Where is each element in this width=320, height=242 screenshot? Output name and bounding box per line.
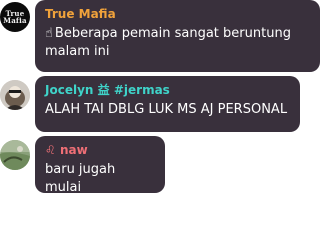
- avatar-true-mafia[interactable]: True Mafia: [0, 2, 30, 32]
- message-text-body: Beberapa pemain sangat beruntung malam i…: [45, 26, 291, 59]
- message-bubble: Jocelyn 益 #jermas ALAH TAI DBLG LUK MS A…: [35, 76, 300, 132]
- message-text: ALAH TAI DBLG LUK MS AJ PERSONAL: [45, 102, 288, 117]
- author-tag: #jermas: [113, 83, 170, 97]
- avatar-logo-text: Mafia: [3, 16, 27, 25]
- message-text: baru jugah mulai: [45, 162, 116, 195]
- author-name[interactable]: Jocelyn 益 #jermas: [45, 82, 290, 98]
- message-bubble: ♌ naw baru jugah mulai: [35, 136, 165, 195]
- avatar-image: [0, 80, 30, 110]
- author-name-part: naw: [59, 143, 88, 157]
- avatar-image: [0, 140, 30, 170]
- author-symbol: ♌: [45, 143, 56, 157]
- message-bubble: True Mafia ☝ Beberapa pemain sangat berun…: [35, 0, 320, 72]
- author-name[interactable]: True Mafia: [45, 6, 310, 22]
- pointing-up-icon: ☝: [45, 26, 53, 41]
- avatar-jocelyn[interactable]: [0, 80, 30, 110]
- avatar-naw[interactable]: [0, 140, 30, 170]
- author-name-part: Jocelyn: [45, 83, 94, 97]
- chat-feed: True Mafia True Mafia ☝ Beberapa pemain s…: [0, 0, 320, 242]
- message-text: ☝ Beberapa pemain sangat beruntung malam …: [45, 25, 310, 61]
- author-symbol: 益: [97, 83, 110, 97]
- author-name[interactable]: ♌ naw: [45, 142, 155, 158]
